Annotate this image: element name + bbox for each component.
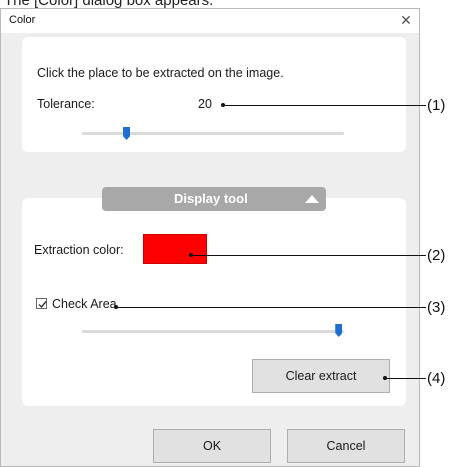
tolerance-value: 20 <box>198 97 212 111</box>
callout-1-leader <box>223 105 426 106</box>
check-area-slider[interactable] <box>82 330 344 333</box>
extraction-color-label: Extraction color: <box>34 243 124 257</box>
cancel-button[interactable]: Cancel <box>287 429 405 463</box>
extraction-instruction: Click the place to be extracted on the i… <box>37 66 284 80</box>
callout-3: (3) <box>427 299 446 316</box>
callout-2-leader <box>191 255 426 256</box>
display-tool-label: Display tool <box>174 191 248 206</box>
callout-3-leader <box>116 307 426 308</box>
dialog-title: Color <box>9 14 36 26</box>
check-area-checkbox[interactable] <box>36 298 47 309</box>
check-area-label: Check Area <box>52 297 117 311</box>
title-bar: Color ✕ <box>1 9 419 33</box>
extraction-color-swatch[interactable] <box>143 234 207 264</box>
close-icon[interactable]: ✕ <box>397 11 415 29</box>
callout-4-leader <box>385 378 426 379</box>
ok-button[interactable]: OK <box>153 429 271 463</box>
checkmark-icon <box>38 301 47 309</box>
tolerance-slider[interactable] <box>82 132 344 135</box>
callout-1: (1) <box>427 97 446 114</box>
collapse-arrow-icon <box>305 195 319 203</box>
clear-extract-button[interactable]: Clear extract <box>252 359 390 393</box>
callout-4: (4) <box>427 370 446 387</box>
tolerance-label: Tolerance: <box>37 97 95 111</box>
display-tool-toggle[interactable]: Display tool <box>102 187 326 211</box>
callout-2: (2) <box>427 247 446 264</box>
